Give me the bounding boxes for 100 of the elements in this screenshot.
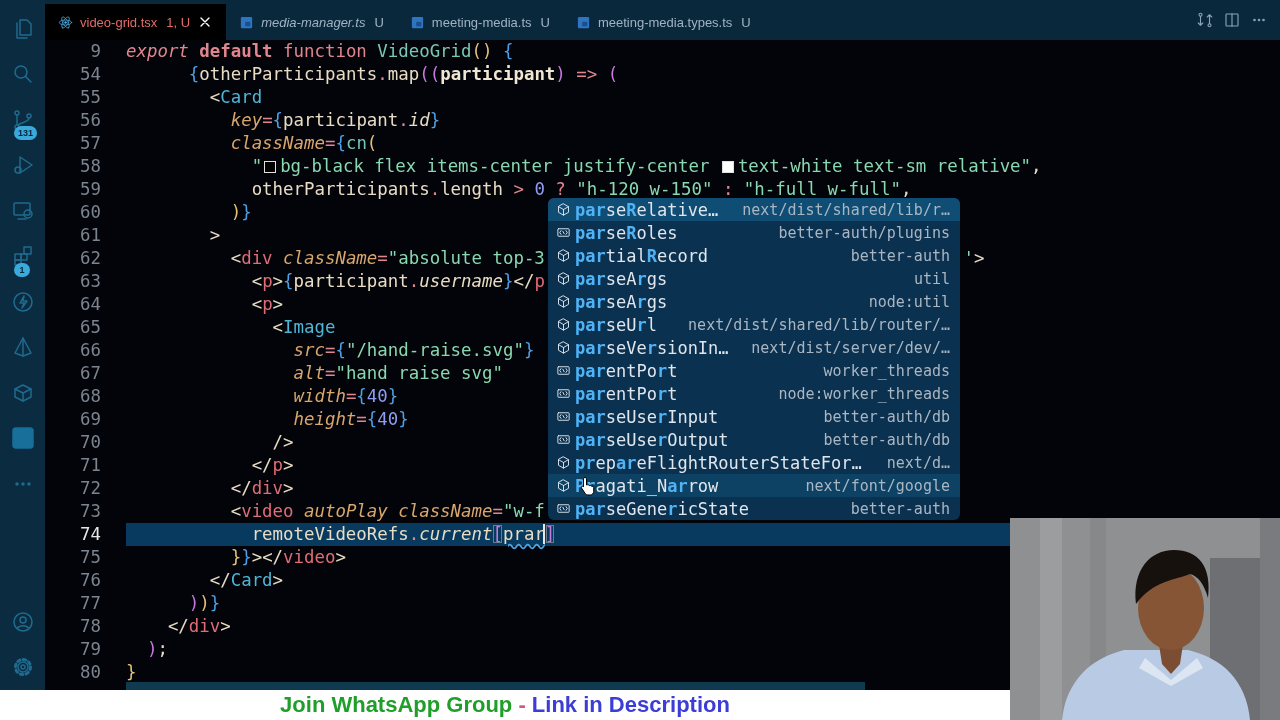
suggestion-item[interactable]: parentPort worker_threads xyxy=(548,359,960,382)
suggestion-item[interactable]: parseRoles better-auth/plugins xyxy=(548,221,960,244)
line-number: 70 xyxy=(79,431,102,454)
code-line: width={40} xyxy=(292,385,399,408)
code-line: > xyxy=(208,224,221,247)
line-number: 55 xyxy=(79,86,102,109)
code-line: <Card xyxy=(208,86,263,109)
code-line: className={cn( xyxy=(229,132,378,155)
code-line: /> xyxy=(271,431,294,454)
code-line: <div className="absolute top-3 xyxy=(229,247,545,270)
line-number: 76 xyxy=(79,569,102,592)
suggestion-item[interactable]: parseUrl next/dist/shared/lib/router/… xyxy=(548,313,960,336)
line-number: 58 xyxy=(79,155,102,178)
line-number: 62 xyxy=(79,247,102,270)
line-number: 80 xyxy=(79,661,102,684)
code-line: alt="hand raise svg" xyxy=(292,362,503,385)
variable-icon xyxy=(556,386,571,401)
cube-icon xyxy=(556,455,571,470)
editor-tab[interactable]: meeting-media.types.ts U xyxy=(562,4,764,40)
code-line: ))} xyxy=(187,592,221,615)
cube-icon xyxy=(556,271,571,286)
code-line: </div> xyxy=(166,615,231,638)
suggestion-item[interactable]: parseUserOutput better-auth/db xyxy=(548,428,960,451)
cube-icon xyxy=(556,202,571,217)
code-line: export default function VideoGrid() { xyxy=(126,40,514,63)
editor-tab[interactable]: media-manager.ts U xyxy=(226,4,397,40)
code-line: <video autoPlay className="w-f xyxy=(229,500,545,523)
code-line: </div> xyxy=(229,477,294,500)
editor-tab[interactable]: video-grid.tsx 1, U xyxy=(45,4,227,40)
cube-icon xyxy=(556,294,571,309)
line-number: 60 xyxy=(79,201,102,224)
code-line: height={40} xyxy=(292,408,409,431)
suggestion-item[interactable]: parseArgs node:util xyxy=(548,290,960,313)
badge: 1 xyxy=(14,262,30,277)
line-number: 74 xyxy=(79,523,102,546)
line-number: 79 xyxy=(79,638,102,661)
code-line: key={participant.id} xyxy=(229,109,441,132)
account-icon[interactable] xyxy=(10,609,35,634)
line-number: 65 xyxy=(79,316,102,339)
variable-icon xyxy=(556,363,571,378)
line-number: 54 xyxy=(79,63,102,86)
lightning-icon[interactable] xyxy=(10,289,35,314)
suggestion-item[interactable]: prepareFlightRouterStateFor… next/d… xyxy=(548,451,960,474)
variable-icon xyxy=(556,225,571,240)
horizontal-scrollbar[interactable] xyxy=(126,682,865,690)
code-line: </Card> xyxy=(208,569,284,592)
line-number: 71 xyxy=(79,454,102,477)
split-editor-icon[interactable] xyxy=(1223,11,1241,29)
line-number: 57 xyxy=(79,132,102,155)
suggestion-item[interactable]: parseUserInput better-auth/db xyxy=(548,405,960,428)
code-line: )} xyxy=(229,201,252,224)
file-type-icon xyxy=(575,14,591,30)
line-number: 56 xyxy=(79,109,102,132)
file-type-icon xyxy=(409,14,425,30)
code-line: }}></video> xyxy=(229,546,346,569)
line-number: 68 xyxy=(79,385,102,408)
line-number: 66 xyxy=(79,339,102,362)
line-number: 63 xyxy=(79,270,102,293)
line-number: 9 xyxy=(89,40,102,63)
badge: 131 xyxy=(14,126,38,140)
suggestion-item[interactable]: parentPort node:worker_threads xyxy=(548,382,960,405)
variable-icon xyxy=(556,409,571,424)
code-line: {otherParticipants.map((participant) => ( xyxy=(187,63,619,86)
square-icon[interactable] xyxy=(10,426,35,451)
code-line: <p>{participant.username}</p xyxy=(250,270,545,293)
line-number: 77 xyxy=(79,592,102,615)
line-number: 78 xyxy=(79,615,102,638)
code-line: '> xyxy=(963,247,985,270)
line-number: 64 xyxy=(79,293,102,316)
cube-icon xyxy=(556,317,571,332)
banner-text: Join WhatsApp Group - Link in Description xyxy=(280,692,730,718)
line-number: 59 xyxy=(79,178,102,201)
suggestion-item[interactable]: parseArgs util xyxy=(548,267,960,290)
cube-icon xyxy=(556,248,571,263)
variable-icon xyxy=(556,432,571,447)
code-line: } xyxy=(126,661,137,684)
code-line: <p> xyxy=(250,293,284,316)
variable-icon xyxy=(556,501,571,516)
line-number: 69 xyxy=(79,408,102,431)
line-number: 67 xyxy=(79,362,102,385)
suggestion-item[interactable]: parseVersionIn… next/dist/server/dev/… xyxy=(548,336,960,359)
suggestion-item[interactable]: partialRecord better-auth xyxy=(548,244,960,267)
suggestion-item[interactable]: parseRelative… next/dist/shared/lib/r… xyxy=(548,198,960,221)
line-number: 73 xyxy=(79,500,102,523)
line-number: 72 xyxy=(79,477,102,500)
compare-icon[interactable] xyxy=(1196,11,1214,29)
code-line: </p> xyxy=(250,454,294,477)
line-number: 75 xyxy=(79,546,102,569)
cube-icon xyxy=(556,478,571,493)
code-line: ); xyxy=(145,638,168,661)
code-line: src={"/hand-raise.svg"} xyxy=(292,339,535,362)
suggestion-item[interactable]: parseGenericState better-auth xyxy=(548,497,960,520)
code-line: <Image xyxy=(271,316,336,339)
file-type-icon xyxy=(239,14,255,30)
code-line: " bg-black flex items-center justify-center text-white text-sm relative", xyxy=(250,155,1042,178)
react-icon xyxy=(58,14,73,30)
line-number: 61 xyxy=(79,224,102,247)
code-line: otherParticipants.length > 0 ? "h-120 w-150" : "h-full w-full", xyxy=(250,178,912,201)
editor-tab[interactable]: meeting-media.ts U xyxy=(396,4,563,40)
cube-icon xyxy=(556,340,571,355)
